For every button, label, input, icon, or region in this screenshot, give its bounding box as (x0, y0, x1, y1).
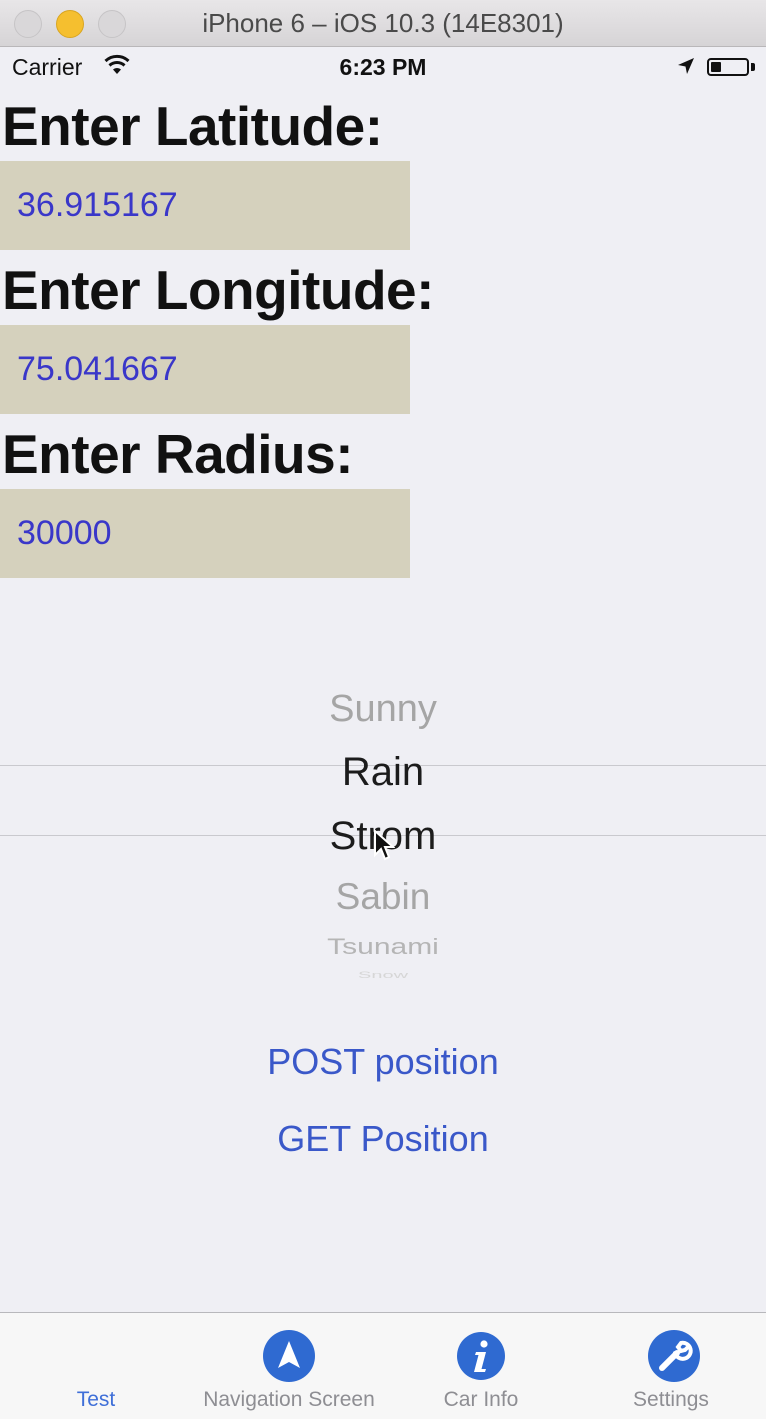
window-title: iPhone 6 – iOS 10.3 (14E8301) (202, 8, 564, 38)
get-position-button[interactable]: GET Position (0, 1118, 766, 1160)
tab-navigation-screen[interactable]: Navigation Screen (192, 1313, 386, 1419)
status-bar: Carrier 6:23 PM (0, 46, 766, 90)
picker-item[interactable]: Tsunami (0, 934, 766, 960)
longitude-input[interactable]: 75.041667 (0, 325, 410, 414)
tab-label: Navigation Screen (203, 1388, 375, 1411)
battery-icon (707, 58, 749, 76)
simulator-title-bar: iPhone 6 – iOS 10.3 (14E8301) (0, 0, 766, 47)
latitude-input[interactable]: 36.915167 (0, 161, 410, 250)
tab-bar: Test Navigation Screen Car Info Settings (0, 1312, 766, 1419)
navigation-arrow-icon (263, 1330, 315, 1382)
picker-item[interactable]: Sunny (0, 688, 766, 731)
tab-settings[interactable]: Settings (576, 1313, 766, 1419)
picker-item[interactable]: Sabin (0, 876, 766, 918)
battery-cap (751, 63, 755, 71)
post-position-button[interactable]: POST position (0, 1041, 766, 1083)
status-time: 6:23 PM (339, 54, 427, 80)
tab-label: Test (76, 1388, 116, 1411)
mouse-pointer-icon (374, 829, 395, 861)
radius-label: Enter Radius: (2, 423, 354, 485)
longitude-label: Enter Longitude: (2, 259, 434, 321)
info-icon (457, 1332, 505, 1380)
location-arrow-icon (678, 58, 694, 74)
radius-input[interactable]: 30000 (0, 489, 410, 578)
tab-label: Car Info (443, 1388, 519, 1411)
tab-label: Settings (633, 1388, 709, 1411)
latitude-label: Enter Latitude: (2, 95, 383, 157)
picker-item[interactable]: Snow (0, 970, 766, 980)
tab-test[interactable]: Test (0, 1313, 192, 1419)
picker-item-selected[interactable]: Rain (0, 750, 766, 795)
wrench-icon (648, 1330, 700, 1382)
tab-car-info[interactable]: Car Info (386, 1313, 576, 1419)
